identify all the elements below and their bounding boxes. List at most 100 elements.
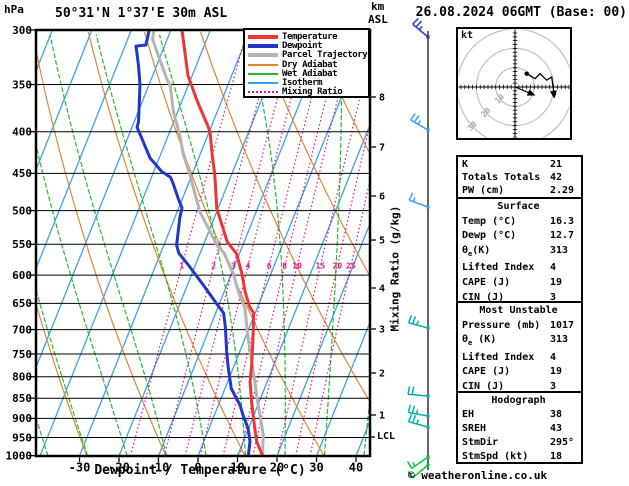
copyright: © weatheronline.co.uk xyxy=(408,469,548,482)
table-row-value: 42 xyxy=(550,172,563,183)
legend-item: Temperature xyxy=(248,32,368,42)
table-row: CAPE (J) 19 xyxy=(462,365,581,380)
table-row-label: CAPE (J) xyxy=(462,366,511,378)
altitude-axis-unit-asl: ASL xyxy=(368,13,388,26)
table-section-title: Most Unstable xyxy=(479,305,558,316)
mixing-ratio-value-label: 6 xyxy=(267,262,272,271)
indices-table-box: Hodograph EH 38 SREH 43 StmDir 295° StmSpd (kt)… xyxy=(456,391,583,464)
table-row-label: Dewp (°C) xyxy=(462,230,517,242)
wind-barb-base-dot xyxy=(426,414,430,418)
wet-adiabat-line xyxy=(0,35,9,456)
table-row: K 21 xyxy=(462,158,581,171)
table-row: PW (cm) 2.29 xyxy=(462,184,581,197)
km-tick-label: 2 xyxy=(379,369,385,380)
table-row-label: Lifted Index xyxy=(462,351,535,363)
altitude-axis-unit-km: km xyxy=(371,0,385,13)
table-row-value: 18 xyxy=(550,451,563,462)
pressure-tick-label: 1000 xyxy=(6,449,33,462)
table-row-value: 313 xyxy=(550,334,569,346)
indices-table-box: Surface Temp (°C) 16.3 Dewp (°C) 12.7 θe(K) 31… xyxy=(456,197,583,303)
mixing-ratio-line xyxy=(309,181,369,455)
legend-item: Mixing Ratio xyxy=(248,87,368,98)
pressure-tick-label: 900 xyxy=(12,412,32,425)
table-row-value: 16.3 xyxy=(550,215,575,227)
pressure-tick-label: 850 xyxy=(12,392,32,405)
table-row-label: Temp (°C) xyxy=(462,215,517,227)
wind-barb-base-dot xyxy=(426,455,430,459)
pressure-tick-label: 550 xyxy=(12,238,32,251)
km-tick-label: 7 xyxy=(379,143,385,154)
table-row-value: 12.7 xyxy=(550,230,575,242)
table-row-label: Totals Totals xyxy=(462,172,541,183)
pressure-tick-label: 350 xyxy=(12,78,32,91)
skewt-sounding-app: 300 350 400 450 500 550 600 650 700 750 800 850 900 9… xyxy=(0,0,629,486)
table-row: Totals Totals 42 xyxy=(462,171,581,184)
km-tick-label: 8 xyxy=(379,93,385,104)
legend-item: Dry Adiabat xyxy=(248,60,368,70)
table-row-value: 19 xyxy=(550,276,563,288)
km-tick-label: 6 xyxy=(379,192,385,203)
legend-item: Parcel Trajectory xyxy=(248,50,368,60)
wind-barb-base-dot xyxy=(426,394,430,398)
km-tick-label: 1 xyxy=(379,411,385,422)
hodograph-trace-start-dot xyxy=(524,71,529,76)
legend-item-label: Mixing Ratio xyxy=(282,87,343,98)
table-row-value: 4 xyxy=(550,351,557,363)
table-row: StmDir 295° xyxy=(462,436,581,450)
legend-line-sample-icon xyxy=(248,63,278,66)
mixing-ratio-value-label: 15 xyxy=(316,262,326,271)
table-row: Temp (°C) 16.3 xyxy=(462,215,581,230)
wind-barb-icon xyxy=(407,315,429,329)
legend: Temperature Dewpoint Parcel Trajectory Dry … xyxy=(243,28,370,98)
table-row-label: StmSpd (kt) xyxy=(462,451,529,462)
legend-line-sample-icon xyxy=(248,53,278,58)
wind-barb-base-dot xyxy=(426,35,430,39)
indices-table-box: K 21 Totals Totals 42 PW (cm) 2.29 xyxy=(456,155,583,199)
mixing-ratio-line xyxy=(277,57,369,455)
pressure-tick-label: 700 xyxy=(12,323,32,336)
pressure-tick-label: 750 xyxy=(12,348,32,361)
table-row-label: SREH xyxy=(462,423,487,434)
legend-line-sample-icon xyxy=(248,34,278,39)
table-row-label: EH xyxy=(462,409,475,420)
pressure-tick-label: 300 xyxy=(12,24,32,37)
km-tick-label: 4 xyxy=(379,284,385,295)
table-row: Dewp (°C) 12.7 xyxy=(462,229,581,244)
pressure-tick-label: 400 xyxy=(12,126,32,139)
table-row-value: 4 xyxy=(550,262,557,274)
pressure-tick-label: 800 xyxy=(12,371,32,384)
wind-barb-base-dot xyxy=(426,205,430,209)
table-row-label: θe(K) xyxy=(462,244,491,258)
isotherm-line xyxy=(39,31,211,455)
wet-adiabat-line xyxy=(95,34,207,455)
table-row-value: 38 xyxy=(550,409,563,420)
table-row-label: K xyxy=(462,159,469,170)
x-axis-title: Dewpoint / Temperature (°C) xyxy=(94,463,306,478)
km-tick-label: 5 xyxy=(379,236,385,247)
table-row-value: 19 xyxy=(550,366,563,378)
legend-line-sample-icon xyxy=(248,91,278,94)
table-row: θe(K) 313 xyxy=(462,244,581,262)
wind-barb-base-dot xyxy=(426,128,430,132)
table-row-value: 43 xyxy=(550,423,563,434)
table-section-title: Surface xyxy=(497,201,540,212)
pressure-tick-label: 500 xyxy=(12,204,32,217)
mixing-ratio-value-label: 25 xyxy=(346,262,356,271)
table-row: Lifted Index 4 xyxy=(462,351,581,366)
table-row: StmSpd (kt) 18 xyxy=(462,450,581,464)
table-row: CAPE (J) 19 xyxy=(462,276,581,291)
wind-barb-icon xyxy=(408,192,429,208)
legend-line-sample-icon xyxy=(248,72,278,75)
table-row: Lifted Index 4 xyxy=(462,261,581,276)
table-row: SREH 43 xyxy=(462,422,581,436)
pressure-tick-label: 450 xyxy=(12,167,32,180)
lcl-label: LCL xyxy=(377,431,396,442)
table-row-label: θe (K) xyxy=(462,334,497,348)
wind-barb-icon xyxy=(407,386,429,397)
mixing-ratio-value-label: 1 xyxy=(179,262,184,271)
wind-barb-base-dot xyxy=(426,425,430,429)
station-title: 50°31'N 1°37'E 30m ASL xyxy=(55,6,228,21)
table-row-label: CAPE (J) xyxy=(462,276,511,288)
pressure-tick-label: 950 xyxy=(12,431,32,444)
mixing-ratio-value-label: 8 xyxy=(282,262,287,271)
